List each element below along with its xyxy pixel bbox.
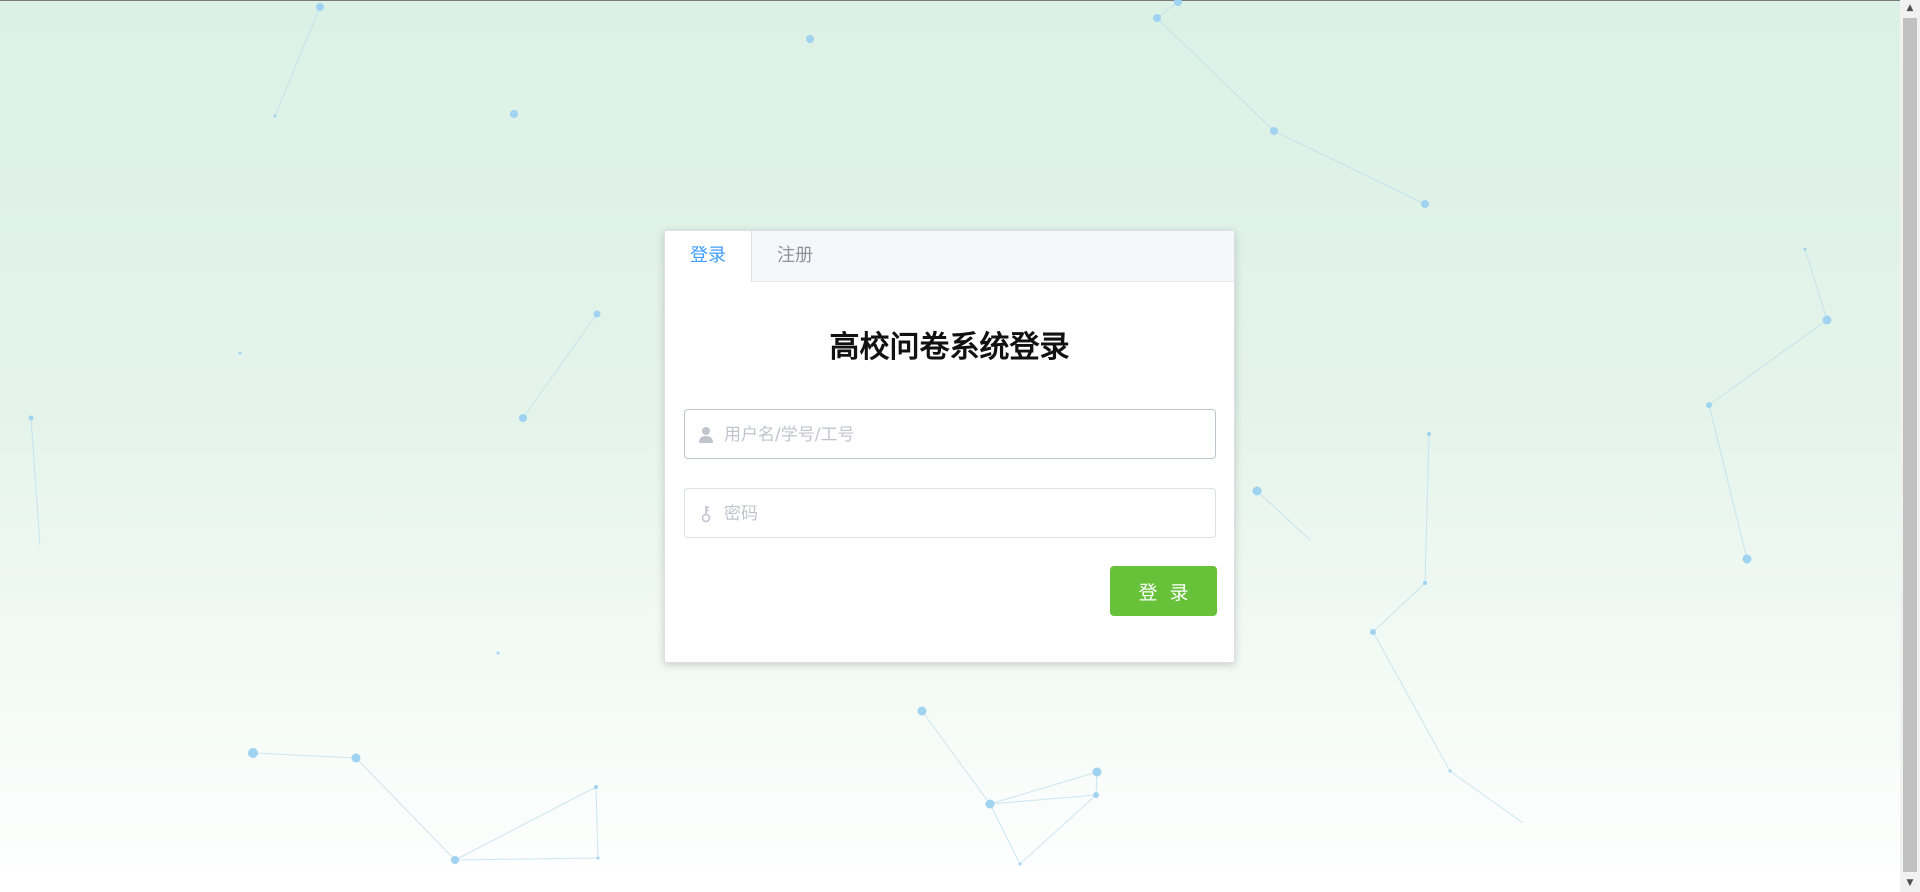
scroll-thumb[interactable] <box>1903 18 1917 872</box>
password-field[interactable] <box>684 488 1216 539</box>
username-field[interactable] <box>684 409 1216 460</box>
tab-register[interactable]: 注册 <box>752 231 838 281</box>
key-icon <box>698 505 714 523</box>
user-icon <box>698 426 714 444</box>
scroll-up-icon[interactable]: ▲ <box>1900 0 1920 17</box>
login-title: 高校问卷系统登录 <box>829 330 1070 365</box>
auth-tabs: 登录 注册 <box>665 231 1234 282</box>
scroll-down-icon[interactable]: ▼ <box>1900 875 1920 892</box>
tab-login[interactable]: 登录 <box>665 231 752 282</box>
login-card: 登录 注册 高校问卷系统登录 登录 <box>664 230 1235 663</box>
password-input[interactable] <box>722 489 1206 539</box>
login-button[interactable]: 登录 <box>1110 566 1217 616</box>
vertical-scrollbar[interactable]: ▲ ▼ <box>1900 0 1920 892</box>
username-input[interactable] <box>722 410 1206 460</box>
